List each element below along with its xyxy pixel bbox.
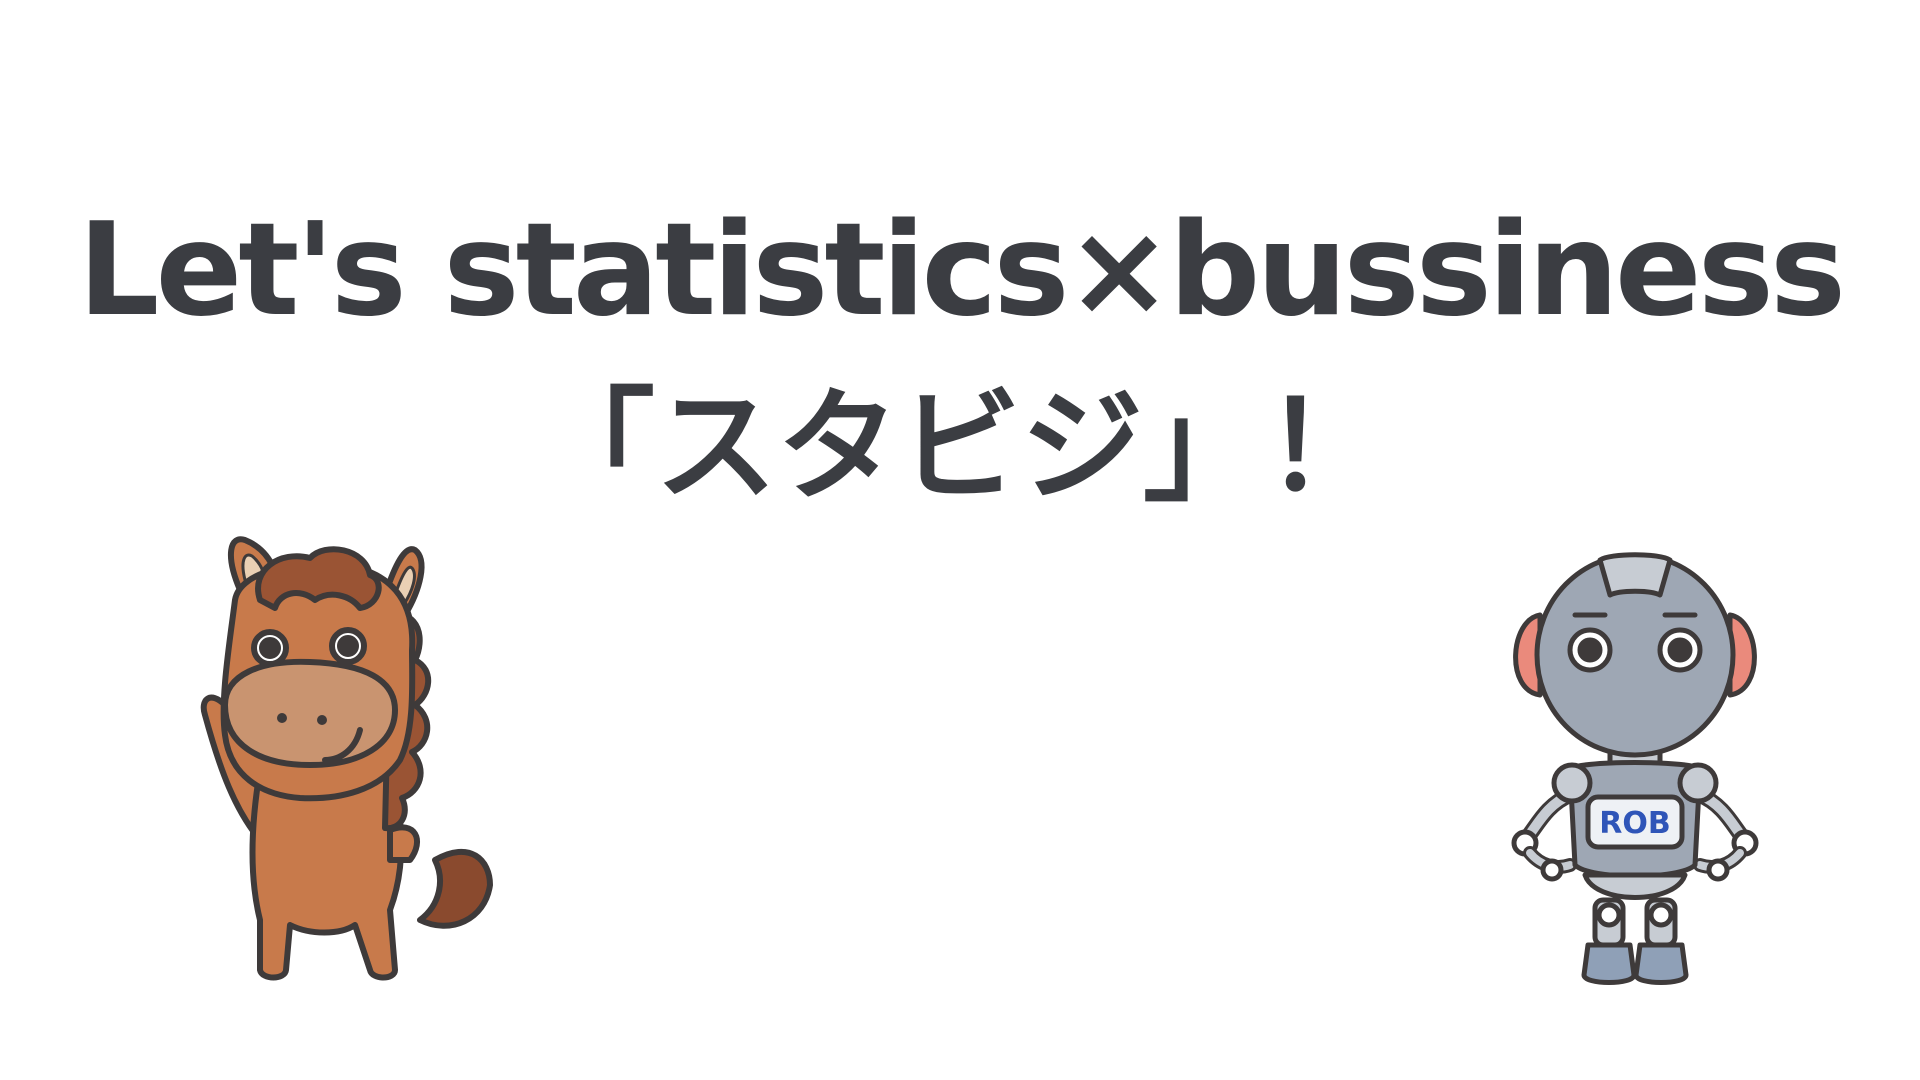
slide-canvas: Let's statistics×bussiness 「スタビジ」！ ROB	[0, 0, 1920, 1080]
title-line-english: Let's statistics×bussiness	[77, 196, 1846, 345]
horse-character-icon	[190, 530, 510, 990]
robot-badge-label: ROB	[1599, 806, 1670, 841]
title-block: Let's statistics×bussiness 「スタビジ」！	[0, 0, 1920, 540]
robot-character-icon: ROB	[1500, 535, 1770, 995]
title-line-japanese: 「スタビジ」！	[533, 376, 1387, 518]
robot-illustration: ROB	[1511, 552, 1759, 985]
horse-illustration	[200, 536, 493, 981]
